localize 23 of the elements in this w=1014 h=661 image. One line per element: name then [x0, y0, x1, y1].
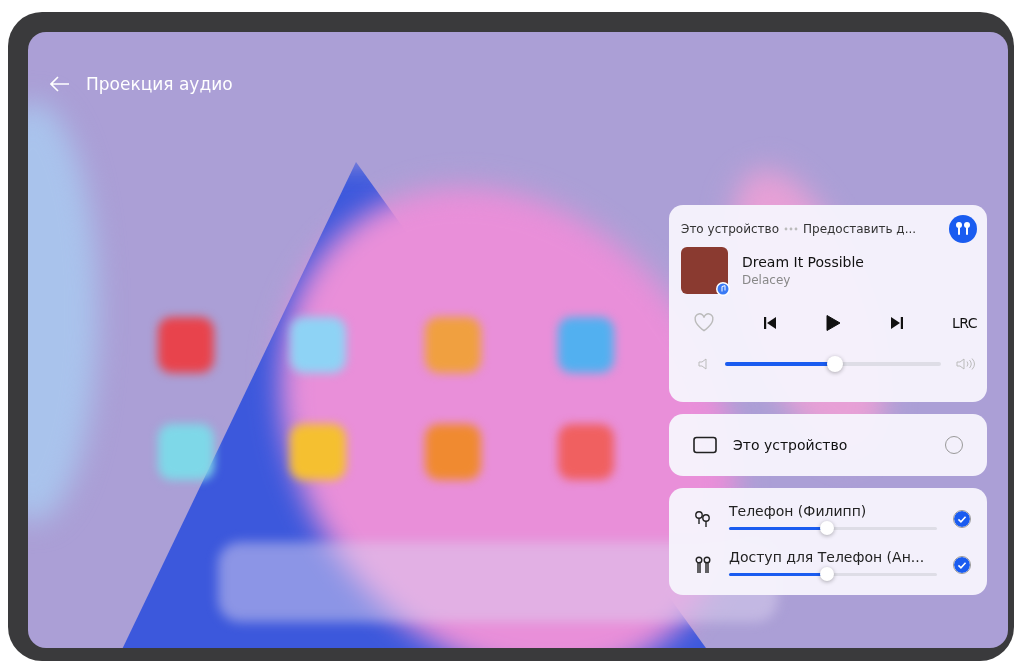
- source-device-label: Это устройство: [681, 222, 779, 236]
- checkbox[interactable]: [953, 510, 971, 528]
- device-volume-slider[interactable]: [729, 567, 937, 581]
- device-name: Доступ для Телефон (Ан...: [729, 549, 926, 565]
- song-title: Dream It Possible: [742, 254, 864, 270]
- earbuds-icon: [693, 509, 713, 529]
- volume-slider[interactable]: [725, 356, 941, 372]
- device-volume-slider[interactable]: [729, 521, 937, 535]
- device-name: Это устройство: [733, 437, 849, 453]
- earbuds-icon: [693, 555, 713, 575]
- device-row[interactable]: Это устройство: [669, 414, 987, 476]
- dots-icon: [784, 227, 798, 231]
- target-device-label[interactable]: Предоставить д...: [803, 222, 944, 236]
- earbuds-icon[interactable]: [949, 215, 977, 243]
- lyrics-button[interactable]: LRC: [951, 315, 977, 331]
- next-track-icon[interactable]: [890, 316, 905, 330]
- previous-track-icon[interactable]: [762, 316, 777, 330]
- play-icon[interactable]: [824, 314, 843, 332]
- artist-name: Delacey: [742, 273, 792, 287]
- device-name: Телефон (Филипп): [729, 503, 868, 519]
- page-title: Проекция аудио: [86, 74, 233, 94]
- tablet-icon: [693, 436, 717, 454]
- checkbox[interactable]: [953, 556, 971, 574]
